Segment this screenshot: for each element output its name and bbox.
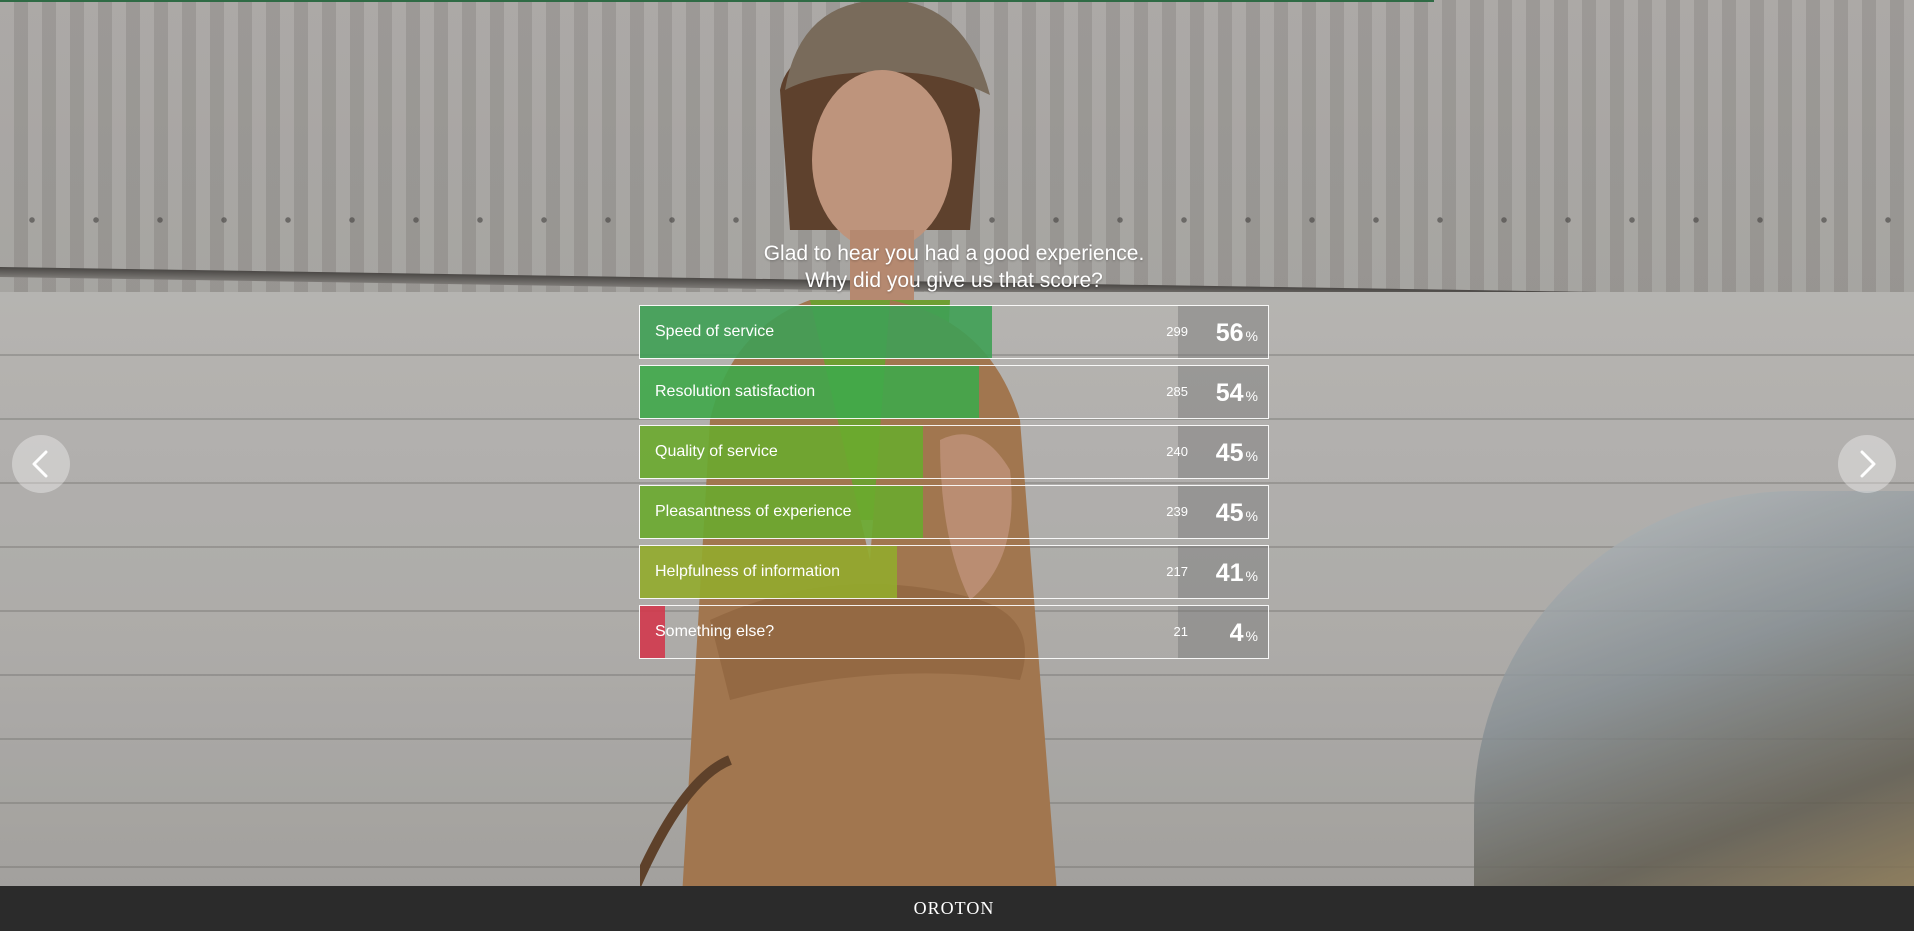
option-percent-value: 45	[1215, 439, 1244, 467]
option-label: Helpfulness of information	[655, 563, 840, 580]
chevron-right-icon	[1860, 450, 1876, 478]
option-speed-of-service[interactable]: Speed of service 299 56%	[639, 305, 1269, 359]
option-percent-value: 54	[1215, 379, 1244, 407]
option-count: 21	[1173, 624, 1188, 639]
option-percent-value: 41	[1215, 559, 1244, 587]
option-percent: 45%	[1188, 426, 1258, 478]
option-count: 240	[1166, 444, 1188, 459]
survey-question: Glad to hear you had a good experience. …	[0, 240, 1908, 294]
option-percent-sign: %	[1245, 628, 1258, 644]
option-percent: 41%	[1188, 546, 1258, 598]
option-label: Speed of service	[655, 323, 775, 340]
option-percent: 54%	[1188, 366, 1258, 418]
option-percent-sign: %	[1245, 508, 1258, 524]
question-line-2: Why did you give us that score?	[805, 269, 1103, 292]
option-label: Something else?	[655, 623, 775, 640]
question-line-1: Glad to hear you had a good experience.	[763, 242, 1145, 265]
option-percent-sign: %	[1245, 448, 1258, 464]
option-label: Resolution satisfaction	[655, 383, 816, 400]
option-percent-value: 4	[1229, 619, 1244, 647]
option-label: Quality of service	[655, 443, 778, 460]
option-percent-sign: %	[1245, 568, 1258, 584]
survey-screen: Glad to hear you had a good experience. …	[0, 0, 1914, 931]
option-resolution-satisfaction[interactable]: Resolution satisfaction 285 54%	[639, 365, 1269, 419]
answer-options: Speed of service 299 56% Resolution sati…	[639, 305, 1269, 665]
option-percent-sign: %	[1245, 388, 1258, 404]
option-count: 239	[1166, 504, 1188, 519]
brand-logo: OROTON	[913, 898, 995, 918]
footer-bar: OROTON	[0, 886, 1914, 931]
option-percent: 45%	[1188, 486, 1258, 538]
option-helpfulness-of-information[interactable]: Helpfulness of information 217 41%	[639, 545, 1269, 599]
option-count: 217	[1166, 564, 1188, 579]
option-label: Pleasantness of experience	[655, 503, 852, 520]
option-something-else[interactable]: Something else? 21 4%	[639, 605, 1269, 659]
option-percent: 56%	[1188, 306, 1258, 358]
option-count: 285	[1166, 384, 1188, 399]
option-percent: 4%	[1188, 606, 1258, 658]
option-pleasantness-of-experience[interactable]: Pleasantness of experience 239 45%	[639, 485, 1269, 539]
next-button[interactable]	[1838, 435, 1896, 493]
option-count: 299	[1166, 324, 1188, 339]
progress-indicator	[0, 0, 1434, 2]
option-percent-value: 45	[1215, 499, 1244, 527]
option-quality-of-service[interactable]: Quality of service 240 45%	[639, 425, 1269, 479]
chevron-left-icon	[32, 450, 48, 478]
option-percent-sign: %	[1245, 328, 1258, 344]
previous-button[interactable]	[12, 435, 70, 493]
option-percent-value: 56	[1215, 319, 1244, 347]
